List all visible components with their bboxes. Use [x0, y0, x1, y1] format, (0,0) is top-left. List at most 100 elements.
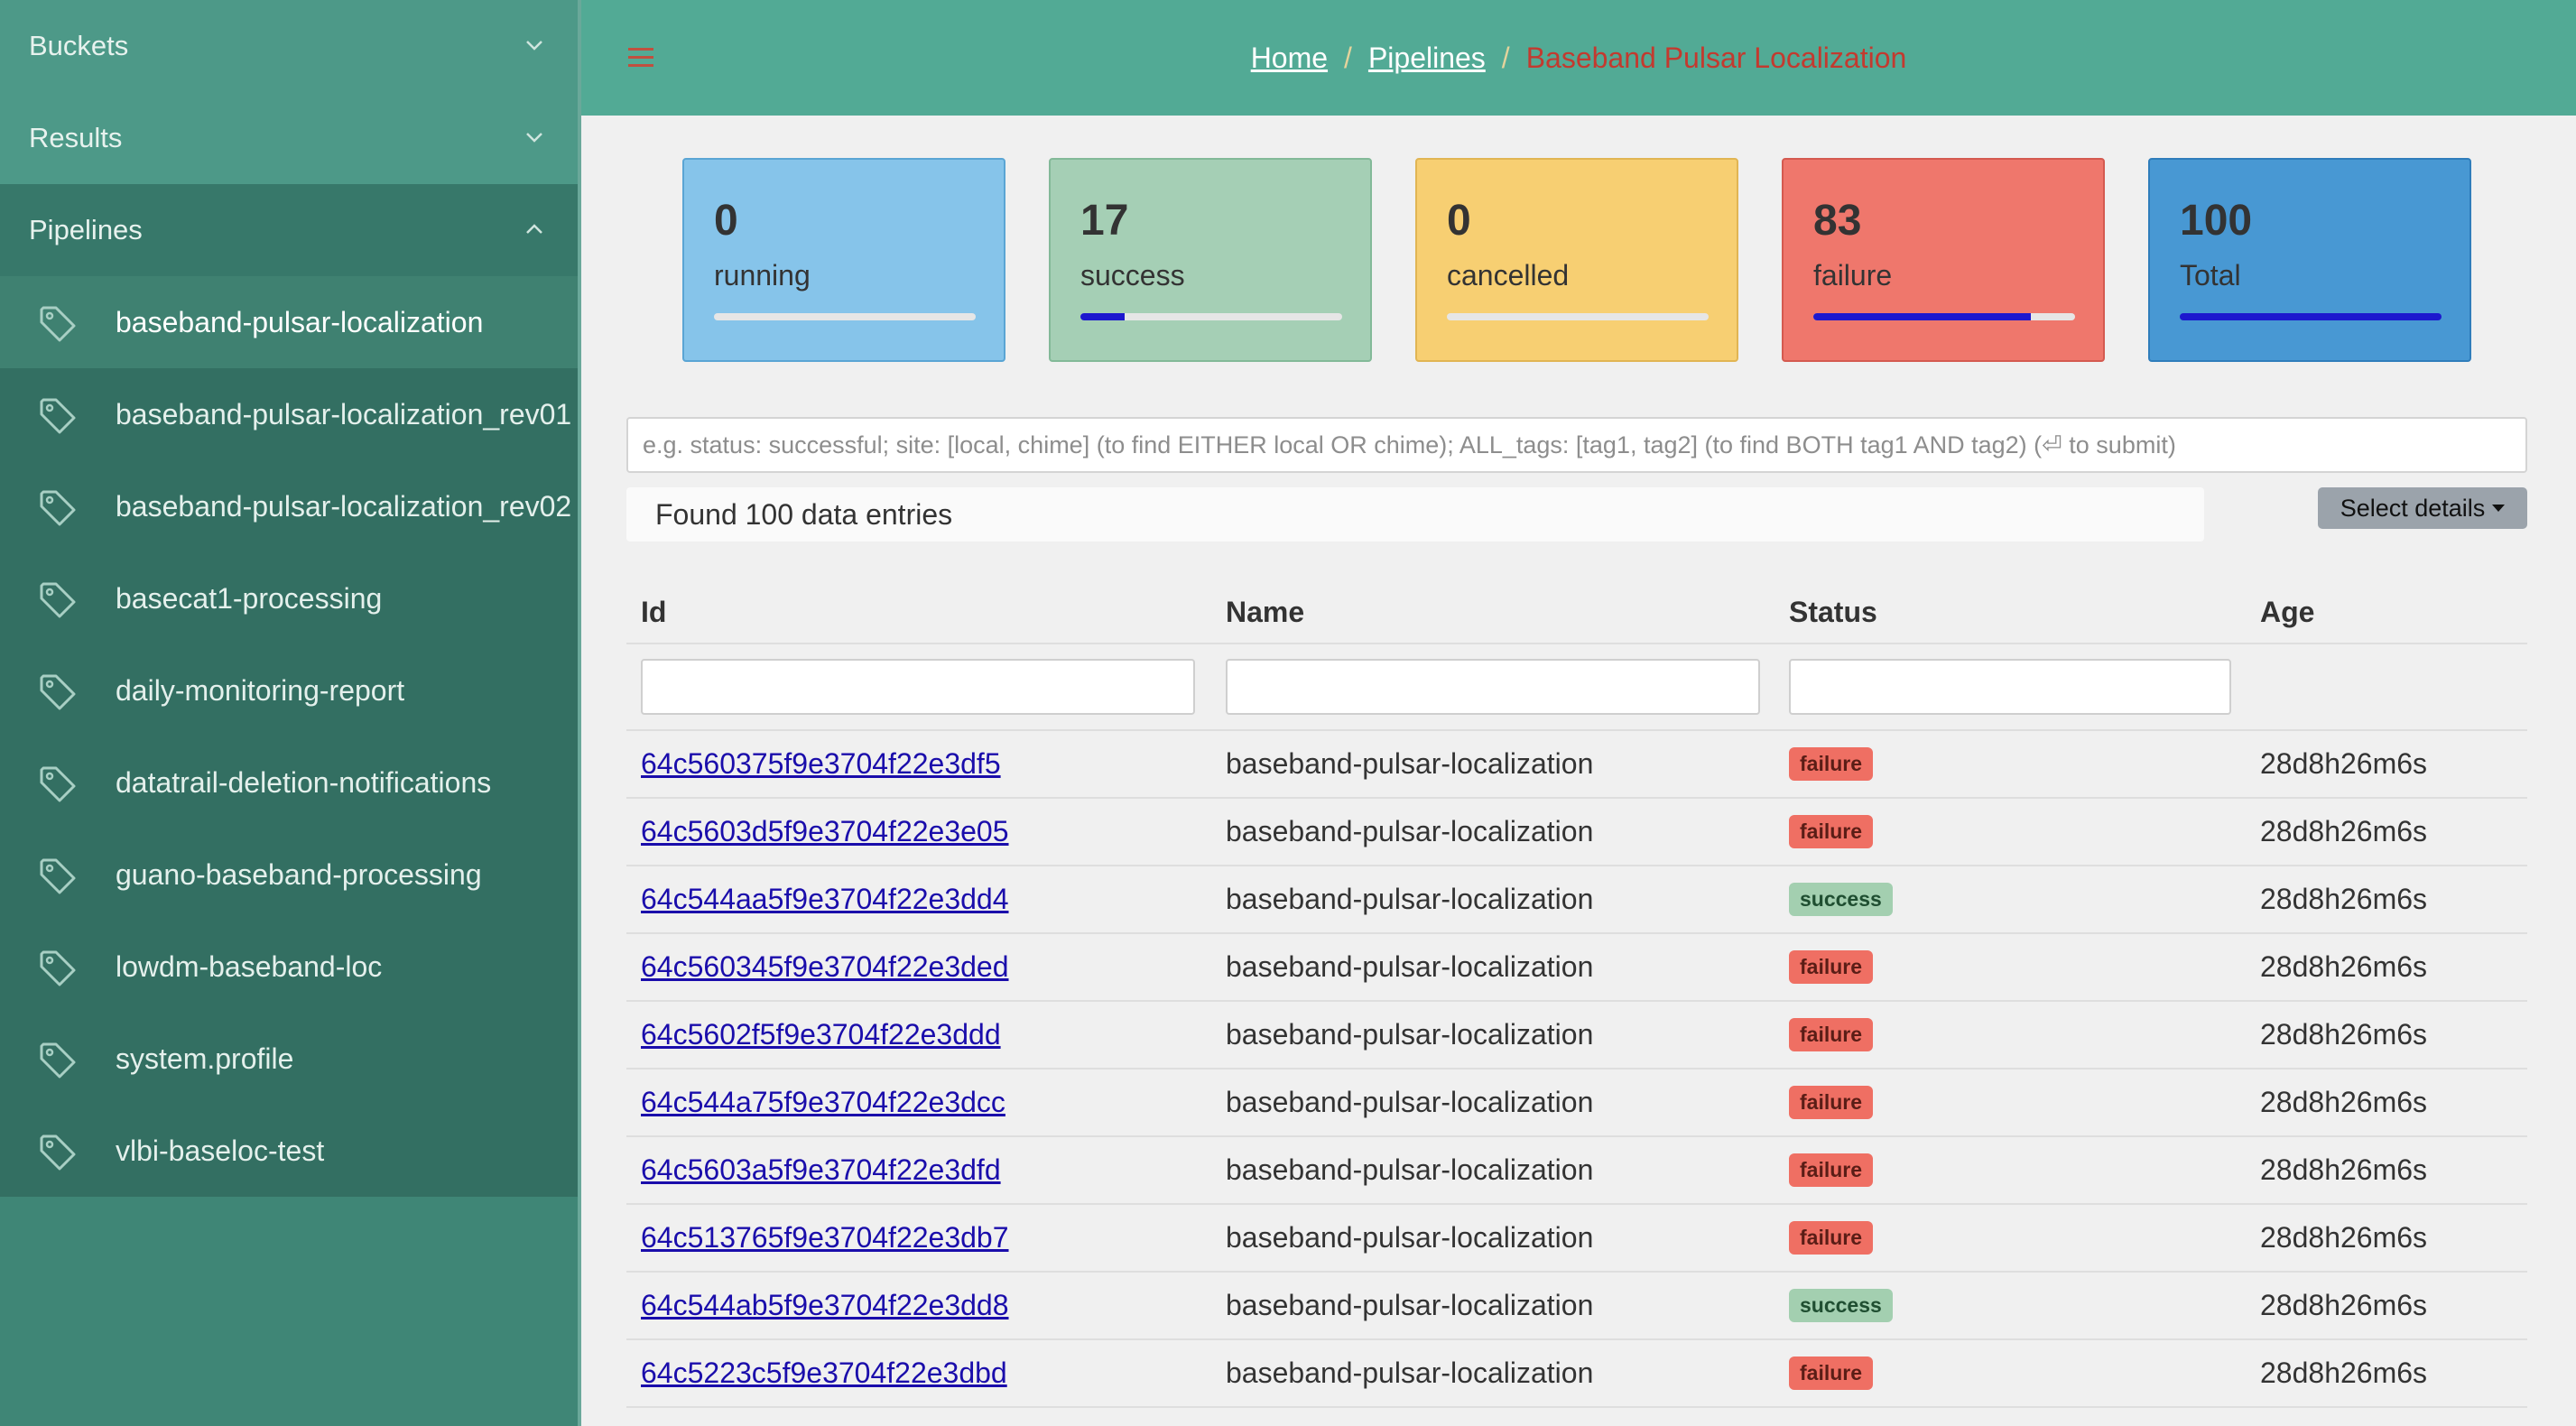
stat-progress-bar [1447, 313, 1709, 320]
sidebar-section-label: Pipelines [29, 214, 143, 245]
status-cell: failure [1789, 1002, 1874, 1068]
select-details-dropdown[interactable]: Select details [2318, 487, 2527, 529]
status-badge: failure [1789, 1086, 1874, 1119]
stat-card-failure[interactable]: 83 failure [1782, 158, 2105, 362]
age-cell: 28d8h26m6s [2260, 883, 2428, 915]
sidebar-item-pipeline[interactable]: baseband-pulsar-localization [0, 276, 578, 368]
select-details-label: Select details [2340, 494, 2486, 522]
breadcrumb-home-link[interactable]: Home [1251, 42, 1328, 75]
name-cell: baseband-pulsar-localization [1226, 747, 1594, 780]
entry-id-link[interactable]: 64c560345f9e3704f22e3ded [641, 950, 1009, 984]
stat-label: failure [1813, 259, 1893, 292]
chevron-up-icon [526, 224, 542, 234]
entry-id-link[interactable]: 64c5603a5f9e3704f22e3dfd [641, 1153, 1001, 1187]
entry-id-link[interactable]: 64c544aa5f9e3704f22e3dd4 [641, 883, 1009, 916]
stat-card-cancelled[interactable]: 0 cancelled [1415, 158, 1738, 362]
column-header-id[interactable]: Id [641, 596, 666, 629]
entry-id-link[interactable]: 64c560375f9e3704f22e3df5 [641, 747, 1001, 781]
tag-icon [38, 396, 78, 436]
column-header-name[interactable]: Name [1226, 596, 1304, 629]
entry-id-link[interactable]: 64c5602f5f9e3704f22e3ddd [641, 1018, 1001, 1051]
sidebar-item-pipeline[interactable]: lowdm-baseband-loc [0, 921, 578, 1013]
status-cell: success [1789, 866, 1893, 932]
sidebar-divider [578, 0, 581, 1426]
stat-progress-bar [1813, 313, 2075, 320]
stat-card-running[interactable]: 0 running [682, 158, 1005, 362]
status-cell: failure [1789, 731, 1874, 797]
status-cell: failure [1789, 1137, 1874, 1203]
breadcrumb-current: Baseband Pulsar Localization [1525, 41, 1907, 74]
id-filter-input[interactable] [641, 659, 1195, 715]
table-row: 64c560345f9e3704f22e3ded baseband-pulsar-… [626, 934, 2527, 1002]
top-bar: Home / Pipelines / Baseband Pulsar Local… [581, 0, 2576, 116]
column-header-status[interactable]: Status [1789, 596, 1877, 629]
status-badge: success [1789, 883, 1893, 916]
status-badge: failure [1789, 950, 1874, 984]
entry-id-link[interactable]: 64c544ab5f9e3704f22e3dd8 [641, 1289, 1009, 1322]
sidebar-item-pipeline[interactable]: guano-baseband-processing [0, 829, 578, 921]
sidebar-item-pipeline[interactable]: system.profile [0, 1013, 578, 1105]
breadcrumb-pipelines-link[interactable]: Pipelines [1368, 42, 1486, 75]
sidebar-item-label: datatrail-deletion-notifications [116, 765, 492, 799]
stat-label: Total [2180, 259, 2241, 292]
sidebar-item-label: baseband-pulsar-localization_rev02 [116, 489, 572, 523]
name-filter-input[interactable] [1226, 659, 1760, 715]
entry-id-link[interactable]: 64c5223c5f9e3704f22e3dbd [641, 1357, 1007, 1390]
id-cell: 64c544aa5f9e3704f22e3dd4 [641, 866, 1009, 932]
table-row: 64c5223c5f9e3704f22e3dbd baseband-pulsar-… [626, 1340, 2527, 1408]
sidebar-item-label: daily-monitoring-report [116, 673, 405, 707]
sidebar-section-results[interactable]: Results [0, 92, 578, 184]
sidebar-item-pipeline[interactable]: vlbi-baseloc-test [0, 1105, 578, 1197]
id-cell: 64c5603a5f9e3704f22e3dfd [641, 1137, 1001, 1203]
sidebar-item-label: system.profile [116, 1042, 294, 1075]
sidebar-item-pipeline[interactable]: daily-monitoring-report [0, 644, 578, 736]
column-header-age[interactable]: Age [2260, 596, 2314, 629]
sidebar-item-pipeline[interactable]: basecat1-processing [0, 552, 578, 644]
breadcrumb-separator: / [1501, 41, 1510, 74]
status-cell: failure [1789, 1340, 1874, 1406]
sidebar-item-label: baseband-pulsar-localization_rev01 [116, 397, 572, 431]
table-row: 64c560375f9e3704f22e3df5 baseband-pulsar-… [626, 731, 2527, 799]
name-cell: baseband-pulsar-localization [1226, 1289, 1594, 1321]
sidebar-section-label: Results [29, 122, 123, 153]
sidebar-item-label: baseband-pulsar-localization [116, 305, 484, 338]
table-row: 64c5602f5f9e3704f22e3ddd baseband-pulsar-… [626, 1002, 2527, 1070]
stat-progress-fill [1080, 313, 1126, 320]
stat-count: 17 [1080, 197, 1129, 245]
stat-card-success[interactable]: 17 success [1049, 158, 1372, 362]
sidebar-item-pipeline[interactable]: baseband-pulsar-localization_rev01 [0, 368, 578, 460]
name-cell: baseband-pulsar-localization [1226, 1086, 1594, 1118]
entry-id-link[interactable]: 64c5603d5f9e3704f22e3e05 [641, 815, 1009, 848]
status-cell: failure [1789, 934, 1874, 1000]
entry-id-link[interactable]: 64c513765f9e3704f22e3db7 [641, 1221, 1009, 1255]
sidebar-section-pipelines[interactable]: Pipelines [0, 184, 578, 276]
tag-icon [38, 672, 78, 712]
status-badge: success [1789, 1289, 1893, 1322]
stat-label: success [1080, 259, 1185, 292]
status-cell: success [1789, 1273, 1893, 1338]
sidebar-section-label: Buckets [29, 30, 129, 61]
id-cell: 64c5602f5f9e3704f22e3ddd [641, 1002, 1001, 1068]
query-search-input[interactable] [626, 417, 2527, 473]
sidebar-section-buckets[interactable]: Buckets [0, 0, 578, 92]
sidebar-item-pipeline[interactable]: baseband-pulsar-localization_rev02 [0, 460, 578, 552]
status-cell: failure [1789, 1070, 1874, 1135]
table-row: 64c544a75f9e3704f22e3dcc baseband-pulsar-… [626, 1070, 2527, 1137]
age-cell: 28d8h26m6s [2260, 815, 2428, 847]
name-cell: baseband-pulsar-localization [1226, 1221, 1594, 1254]
status-badge: failure [1789, 1357, 1874, 1390]
age-cell: 28d8h26m6s [2260, 950, 2428, 983]
status-filter-input[interactable] [1789, 659, 2231, 715]
stat-card-total[interactable]: 100 Total [2148, 158, 2471, 362]
table-row: 64c5603a5f9e3704f22e3dfd baseband-pulsar-… [626, 1137, 2527, 1205]
stat-label: cancelled [1447, 259, 1570, 292]
entry-id-link[interactable]: 64c544a75f9e3704f22e3dcc [641, 1086, 1005, 1119]
id-cell: 64c560375f9e3704f22e3df5 [641, 731, 1001, 797]
stat-progress-fill [1813, 313, 2031, 320]
tag-icon [38, 857, 78, 896]
sidebar-item-pipeline[interactable]: datatrail-deletion-notifications [0, 736, 578, 829]
id-cell: 64c5223c5f9e3704f22e3dbd [641, 1340, 1007, 1406]
name-cell: baseband-pulsar-localization [1226, 1357, 1594, 1389]
name-cell: baseband-pulsar-localization [1226, 950, 1594, 983]
results-count-text: Found 100 data entries [655, 497, 953, 531]
